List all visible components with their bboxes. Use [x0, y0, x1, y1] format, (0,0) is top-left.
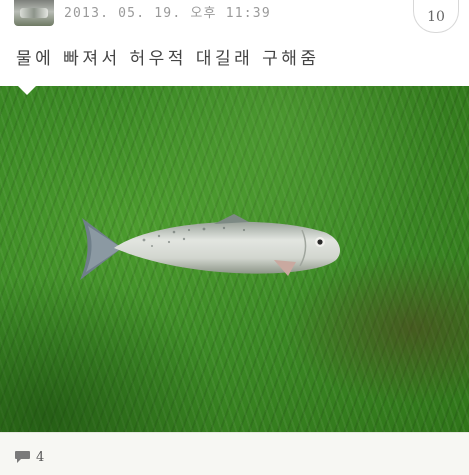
like-count-badge[interactable]: 10 [413, 0, 459, 33]
post-footer: 4 [0, 432, 469, 475]
post-photo[interactable] [0, 86, 469, 432]
comment-count[interactable]: 4 [36, 450, 44, 465]
fish-image [80, 214, 340, 280]
caption-pointer [18, 86, 36, 95]
post-caption: 물에 빠져서 허우적 대길래 구해줌 [16, 49, 320, 69]
user-avatar[interactable] [14, 0, 54, 26]
speech-bubble-icon[interactable] [14, 450, 31, 464]
post-header: 2013. 05. 19. 오후 11:39 10 물에 빠져서 허우적 대길래… [0, 0, 469, 86]
post-timestamp: 2013. 05. 19. 오후 11:39 [64, 6, 271, 21]
post-card: 2013. 05. 19. 오후 11:39 10 물에 빠져서 허우적 대길래… [0, 0, 469, 475]
